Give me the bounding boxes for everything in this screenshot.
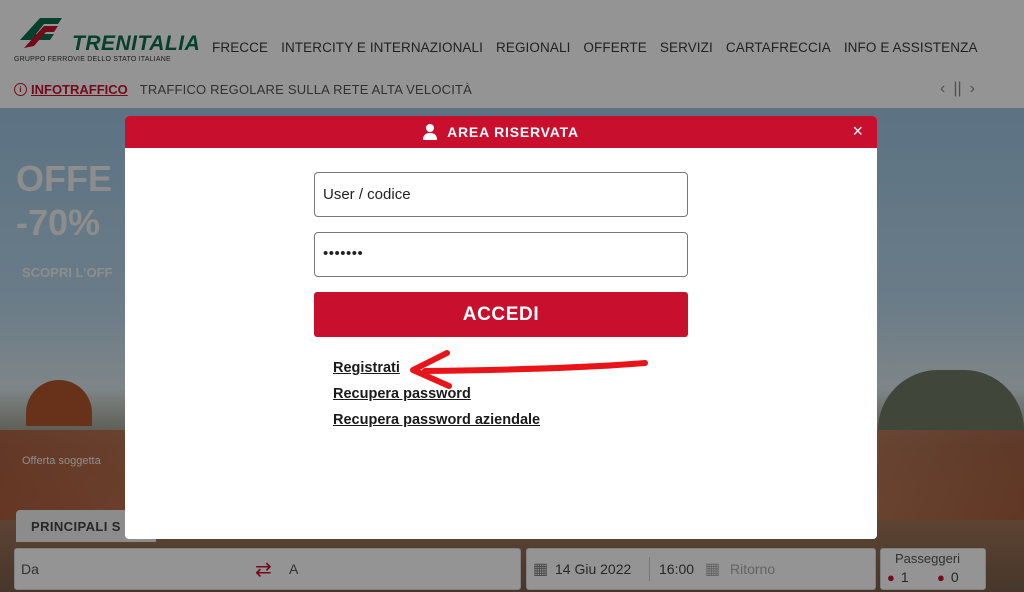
modal-title: AREA RISERVATA [447, 124, 579, 140]
login-modal: AREA RISERVATA × User / codice ••••••• A… [125, 116, 877, 539]
modal-title-wrap: AREA RISERVATA [125, 116, 877, 148]
login-button[interactable]: ACCEDI [314, 292, 688, 337]
user-icon [423, 124, 438, 140]
username-input[interactable]: User / codice [314, 172, 688, 217]
username-value: User / codice [323, 186, 411, 203]
close-icon[interactable]: × [852, 121, 863, 141]
register-link[interactable]: Registrati [333, 360, 400, 376]
password-value: ••••••• [323, 245, 364, 262]
recover-business-password-link[interactable]: Recupera password aziendale [333, 412, 540, 428]
page: TRENITALIA GRUPPO FERROVIE DELLO STATO I… [0, 0, 1024, 592]
modal-header: AREA RISERVATA × [125, 116, 877, 148]
red-arrow-annotation [410, 350, 648, 389]
password-input[interactable]: ••••••• [314, 232, 688, 277]
